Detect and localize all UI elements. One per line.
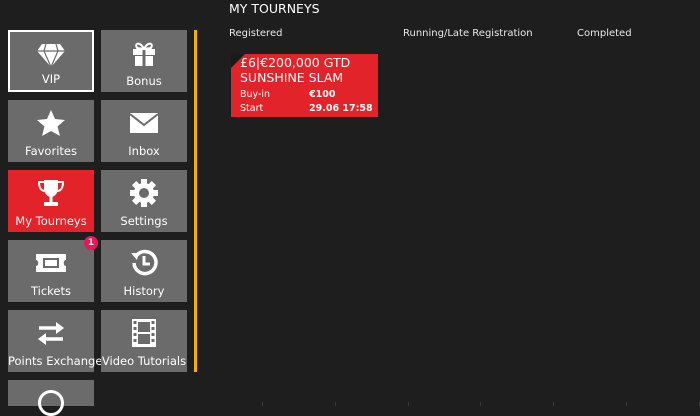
menu-tile-settings[interactable]: Settings [101,170,187,232]
tickets-count-badge: 1 [84,236,98,250]
gear-icon [101,178,187,208]
menu-tile-partial[interactable] [8,380,94,416]
menu-tile-inbox[interactable]: Inbox [101,100,187,162]
menu-tile-tickets[interactable]: Tickets [8,240,94,302]
menu-tile-label: Settings [120,214,168,228]
menu-tile-label: My Tourneys [15,214,87,228]
start-value: 29.06 17:58 [309,103,373,114]
ticket-icon [8,248,94,278]
diamond-icon [10,40,92,70]
tourney-card[interactable]: £6|€200,000 GTD SUNSHINE SLAM Buy-in €10… [231,54,378,117]
menu-tile-my-tourneys[interactable]: My Tourneys [8,170,94,232]
tourney-name-line2: SUNSHINE SLAM [240,70,344,85]
envelope-icon [101,108,187,138]
tab-registered[interactable]: Registered [229,28,282,39]
history-icon [101,248,187,278]
menu-tile-vip[interactable]: VIP [8,30,94,92]
menu-tile-points-exchange[interactable]: Points Exchange [8,310,103,372]
menu-tile-label: VIP [41,72,61,86]
menu-tile-label: Tickets [30,284,71,298]
menu-tile-history[interactable]: History [101,240,187,302]
menu-tile-video-tutorials[interactable]: Video Tutorials [101,310,187,372]
bottom-toolbar [190,402,700,406]
tab-running-late-registration[interactable]: Running/Late Registration [403,28,533,39]
partial-circle-icon [38,390,64,416]
tab-completed[interactable]: Completed [577,28,632,39]
menu-tile-favorites[interactable]: Favorites [8,100,94,162]
trophy-icon [8,178,94,208]
gift-icon [101,38,187,68]
menu-tile-label: Points Exchange [8,354,103,368]
menu-tile-bonus[interactable]: Bonus [101,30,187,92]
page-title: MY TOURNEYS [229,1,320,16]
buyin-label: Buy-in [240,89,271,100]
buyin-value: €100 [309,89,336,100]
menu-tile-label: Bonus [126,74,162,88]
start-label: Start [240,103,264,114]
menu-tile-label: Favorites [25,144,77,158]
star-icon [8,108,94,138]
section-divider [194,30,197,372]
menu-tile-label: Video Tutorials [101,354,187,368]
film-icon [101,318,187,348]
menu-tile-label: Inbox [128,144,160,158]
tourney-name-line1: £6|€200,000 GTD [240,55,351,70]
exchange-arrows-icon [8,318,94,348]
menu-tile-label: History [123,284,165,298]
